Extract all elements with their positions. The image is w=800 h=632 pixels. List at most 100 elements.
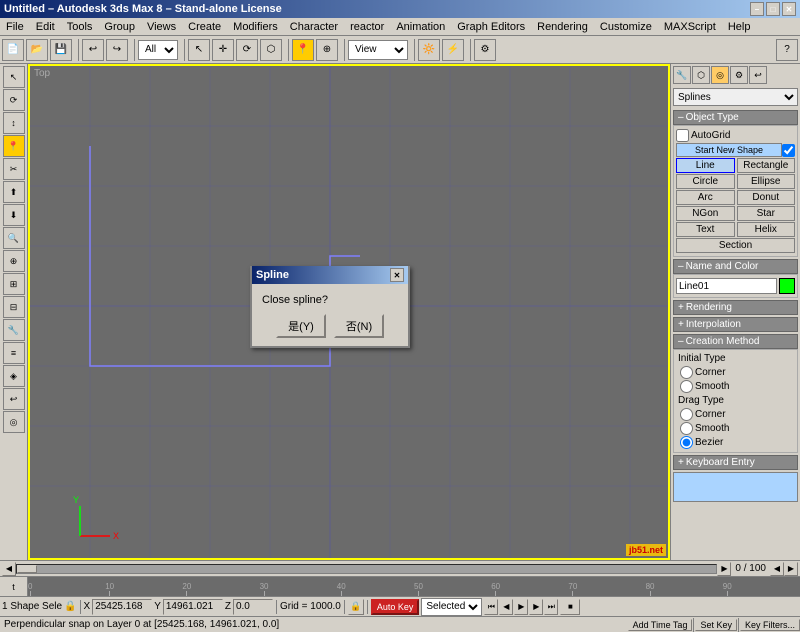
panel-icon-5[interactable]: ↩ (749, 66, 767, 84)
line-button[interactable]: Line (676, 158, 735, 173)
left-btn-13[interactable]: ◈ (3, 365, 25, 387)
minimize-button[interactable]: – (750, 2, 764, 16)
helix-button[interactable]: Helix (737, 222, 796, 237)
view-dropdown[interactable]: View (348, 40, 408, 60)
y-input[interactable] (163, 599, 223, 615)
menu-reactor[interactable]: reactor (344, 20, 390, 34)
ngon-button[interactable]: NGon (676, 206, 735, 221)
scroll-thumb[interactable] (17, 565, 37, 573)
drag-smooth-radio[interactable] (680, 422, 693, 435)
left-btn-6[interactable]: ⬇ (3, 204, 25, 226)
panel-icon-1[interactable]: 🔧 (673, 66, 691, 84)
circle-button[interactable]: Circle (676, 174, 735, 189)
lock-button[interactable]: 🔒 (348, 599, 364, 615)
filter-dropdown[interactable]: All (138, 40, 178, 60)
menu-edit[interactable]: Edit (30, 20, 61, 34)
menu-tools[interactable]: Tools (61, 20, 99, 34)
menu-maxscript[interactable]: MAXScript (658, 20, 722, 34)
section-button[interactable]: Section (676, 238, 795, 253)
autogrid-checkbox[interactable] (676, 129, 689, 142)
menu-group[interactable]: Group (98, 20, 141, 34)
prev-key-button[interactable]: ◀ (499, 599, 513, 615)
menu-graph-editors[interactable]: Graph Editors (451, 20, 531, 34)
viewport-area[interactable]: Top X Y (28, 64, 670, 560)
color-swatch[interactable] (779, 278, 795, 294)
ellipse-button[interactable]: Ellipse (737, 174, 796, 189)
menu-views[interactable]: Views (141, 20, 182, 34)
text-button[interactable]: Text (676, 222, 735, 237)
go-end-button[interactable]: ⏭ (544, 599, 558, 615)
next-frame-button[interactable]: ▶ (784, 562, 798, 576)
scroll-track[interactable] (16, 564, 717, 574)
move-button[interactable]: ✛ (212, 39, 234, 61)
key-filters-button[interactable]: Key Filters... (740, 619, 800, 631)
left-btn-7[interactable]: 🔍 (3, 227, 25, 249)
go-start-button[interactable]: ⏮ (484, 599, 498, 615)
set-key-button[interactable]: Set Key (695, 619, 737, 631)
menu-modifiers[interactable]: Modifiers (227, 20, 284, 34)
smooth-radio[interactable] (680, 380, 693, 393)
scroll-right-button[interactable]: ▶ (717, 562, 731, 576)
left-btn-0[interactable]: ↖ (3, 66, 25, 88)
undo-button[interactable]: ↩ (82, 39, 104, 61)
dialog-no-button[interactable]: 否(N) (334, 314, 384, 338)
dialog-close-button[interactable]: ✕ (390, 268, 404, 282)
scale-button[interactable]: ⬡ (260, 39, 282, 61)
corner-radio[interactable] (680, 366, 693, 379)
left-btn-1[interactable]: ⟳ (3, 89, 25, 111)
left-btn-11[interactable]: 🔧 (3, 319, 25, 341)
new-button[interactable]: 📄 (2, 39, 24, 61)
drag-bezier-radio[interactable] (680, 436, 693, 449)
menu-character[interactable]: Character (284, 20, 344, 34)
z-input[interactable] (233, 599, 273, 615)
snap2-button[interactable]: ⊕ (316, 39, 338, 61)
x-input[interactable] (92, 599, 152, 615)
left-btn-2[interactable]: ↕ (3, 112, 25, 134)
rotate-button[interactable]: ⟳ (236, 39, 258, 61)
maximize-button[interactable]: □ (766, 2, 780, 16)
snap-button[interactable]: 📍 (292, 39, 314, 61)
menu-help[interactable]: Help (722, 20, 757, 34)
left-btn-10[interactable]: ⊟ (3, 296, 25, 318)
left-btn-12[interactable]: ≡ (3, 342, 25, 364)
prev-frame-button[interactable]: ◀ (770, 562, 784, 576)
left-btn-8[interactable]: ⊕ (3, 250, 25, 272)
name-input[interactable] (676, 278, 777, 294)
star-button[interactable]: Star (737, 206, 796, 221)
drag-corner-radio[interactable] (680, 408, 693, 421)
panel-icon-3[interactable]: ◎ (711, 66, 729, 84)
left-btn-4[interactable]: ✂ (3, 158, 25, 180)
start-new-shape-button[interactable]: Start New Shape (676, 143, 782, 157)
start-new-shape-checkbox[interactable] (782, 144, 795, 157)
left-btn-9[interactable]: ⊞ (3, 273, 25, 295)
render-button[interactable]: 🔆 (418, 39, 440, 61)
left-btn-5[interactable]: ⬆ (3, 181, 25, 203)
redo-button[interactable]: ↪ (106, 39, 128, 61)
splines-dropdown[interactable]: Splines (673, 88, 798, 106)
timeline-track[interactable]: 0 10 20 30 40 50 60 70 (28, 577, 800, 596)
arc-button[interactable]: Arc (676, 190, 735, 205)
add-time-tag-button[interactable]: Add Time Tag (628, 619, 693, 631)
play-button[interactable]: ▶ (514, 599, 528, 615)
left-btn-3[interactable]: 📍 (3, 135, 25, 157)
rectangle-button[interactable]: Rectangle (737, 158, 796, 173)
menu-customize[interactable]: Customize (594, 20, 658, 34)
donut-button[interactable]: Donut (737, 190, 796, 205)
help-button[interactable]: ? (776, 39, 798, 61)
menu-file[interactable]: File (0, 20, 30, 34)
extra-button[interactable]: ⚙ (474, 39, 496, 61)
frame-mode-button[interactable]: ■ (560, 599, 580, 615)
save-button[interactable]: 💾 (50, 39, 72, 61)
close-button[interactable]: ✕ (782, 2, 796, 16)
panel-icon-4[interactable]: ⚙ (730, 66, 748, 84)
menu-animation[interactable]: Animation (390, 20, 451, 34)
menu-create[interactable]: Create (182, 20, 227, 34)
timeline[interactable]: t 0 10 20 30 40 50 60 70 (0, 576, 800, 596)
select-button[interactable]: ↖ (188, 39, 210, 61)
auto-key-button[interactable]: Auto Key (371, 599, 420, 615)
render2-button[interactable]: ⚡ (442, 39, 464, 61)
left-btn-15[interactable]: ◎ (3, 411, 25, 433)
selected-dropdown[interactable]: Selected (421, 598, 482, 616)
menu-rendering[interactable]: Rendering (531, 20, 594, 34)
open-button[interactable]: 📂 (26, 39, 48, 61)
